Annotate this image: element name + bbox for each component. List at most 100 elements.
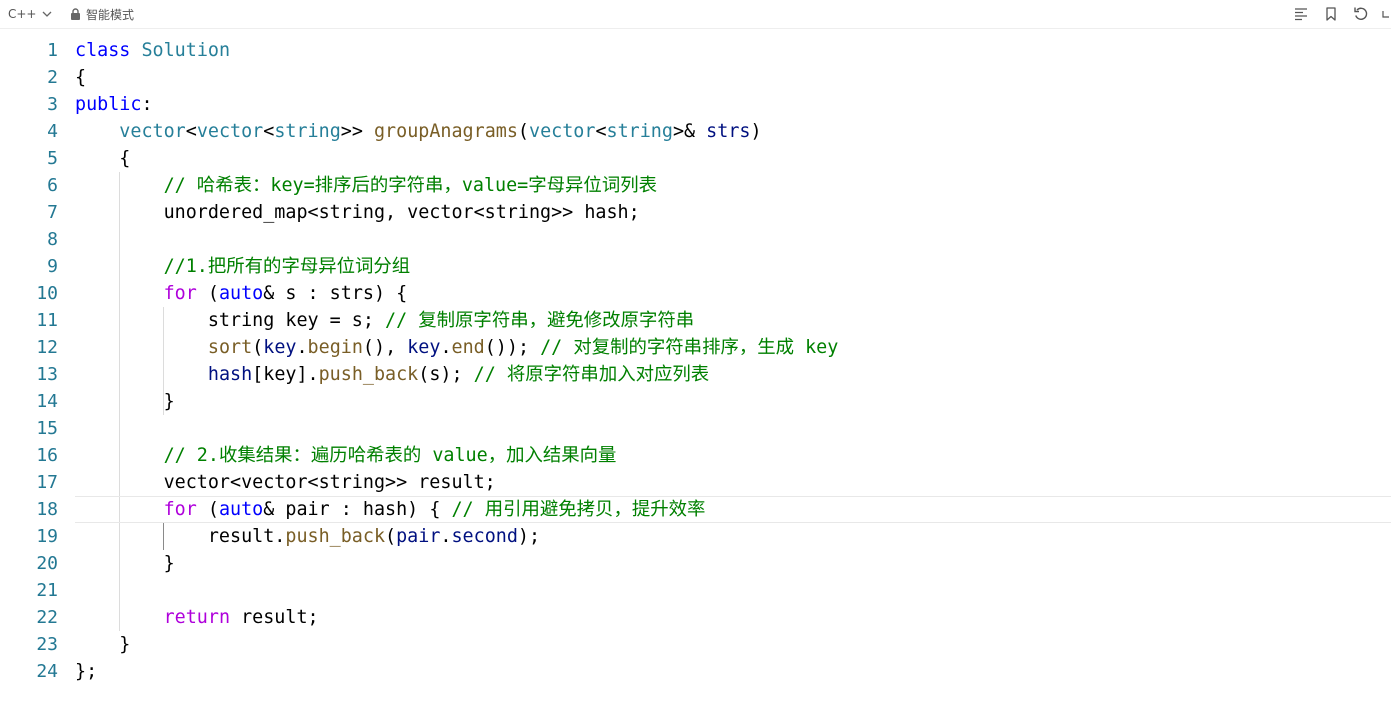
code-line[interactable] bbox=[75, 577, 1391, 604]
code-token: result; bbox=[230, 607, 319, 628]
code-line[interactable]: // 2.收集结果：遍历哈希表的 value，加入结果向量 bbox=[75, 442, 1391, 469]
code-token: { bbox=[75, 148, 131, 169]
code-line[interactable]: } bbox=[75, 550, 1391, 577]
code-token: strs bbox=[706, 121, 751, 142]
code-token: < bbox=[185, 121, 197, 142]
code-token: ); bbox=[517, 526, 541, 547]
line-number: 4 bbox=[47, 121, 58, 142]
format-button[interactable] bbox=[1291, 4, 1311, 24]
code-line[interactable]: return result; bbox=[75, 604, 1391, 631]
code-token: . bbox=[440, 526, 452, 547]
code-line[interactable]: } bbox=[75, 388, 1391, 415]
code-token: key bbox=[263, 337, 297, 358]
code-token: ()); bbox=[484, 337, 541, 358]
line-number: 22 bbox=[36, 607, 58, 628]
line-number: 24 bbox=[36, 661, 58, 682]
code-line[interactable]: vector<vector<string>> result; bbox=[75, 469, 1391, 496]
line-number: 8 bbox=[47, 229, 58, 250]
line-number: 10 bbox=[36, 283, 58, 304]
code-line[interactable]: sort(key.begin(), key.end()); // 对复制的字符串… bbox=[75, 334, 1391, 361]
smart-mode-indicator[interactable]: 智能模式 bbox=[70, 5, 134, 23]
code-token: vector bbox=[119, 121, 186, 142]
line-number: 9 bbox=[47, 256, 58, 277]
code-token: ( bbox=[196, 283, 219, 304]
code-line[interactable]: { bbox=[75, 64, 1391, 91]
code-token: } bbox=[75, 391, 175, 412]
code-line-active[interactable]: for (auto& pair : hash) { // 用引用避免拷贝，提升效… bbox=[75, 496, 1391, 523]
code-token: begin bbox=[307, 337, 363, 358]
chevron-down-icon bbox=[42, 11, 51, 17]
code-line[interactable]: // 哈希表：key=排序后的字符串，value=字母异位词列表 bbox=[75, 172, 1391, 199]
code-token: public bbox=[75, 94, 142, 115]
code-line[interactable]: } bbox=[75, 631, 1391, 658]
code-token: } bbox=[75, 553, 175, 574]
code-token: ) bbox=[750, 121, 762, 142]
line-number: 2 bbox=[47, 67, 58, 88]
code-token: // 2.收集结果：遍历哈希表的 value，加入结果向量 bbox=[163, 445, 617, 466]
code-token: }; bbox=[75, 661, 98, 682]
code-token: // 用引用避免拷贝，提升效率 bbox=[451, 499, 706, 520]
code-token: < bbox=[595, 121, 607, 142]
code-line[interactable]: { bbox=[75, 145, 1391, 172]
code-line[interactable]: public: bbox=[75, 91, 1391, 118]
collapse-button[interactable] bbox=[1381, 4, 1391, 24]
code-line[interactable] bbox=[75, 226, 1391, 253]
code-token: push_back bbox=[285, 526, 386, 547]
editor-toolbar: C++ 智能模式 bbox=[0, 0, 1391, 29]
code-token: // 将原字符串加入对应列表 bbox=[473, 364, 710, 385]
line-number: 16 bbox=[36, 445, 58, 466]
code-token: vector bbox=[196, 121, 264, 142]
reset-button[interactable] bbox=[1351, 4, 1371, 24]
code-line[interactable]: //1.把所有的字母异位词分组 bbox=[75, 253, 1391, 280]
code-token: { bbox=[75, 67, 87, 88]
code-token: end bbox=[451, 337, 485, 358]
code-token: pair bbox=[396, 526, 441, 547]
code-line[interactable]: }; bbox=[75, 658, 1391, 685]
code-area[interactable]: class Solution{public: vector<vector<str… bbox=[75, 37, 1391, 685]
language-select[interactable]: C++ bbox=[8, 5, 52, 23]
line-number: 6 bbox=[47, 175, 58, 196]
line-number: 20 bbox=[36, 553, 58, 574]
code-token: : bbox=[141, 94, 153, 115]
code-token: // 哈希表：key=排序后的字符串，value=字母异位词列表 bbox=[163, 175, 657, 196]
line-number: 23 bbox=[36, 634, 58, 655]
code-token: & s : strs) { bbox=[263, 283, 408, 304]
code-editor[interactable]: 1 2 3 4 5 6 7 8 9 10 11 12 13 14 15 16 17 18 19 20 21 22 23 24 … bbox=[0, 37, 1391, 723]
language-label: C++ bbox=[8, 7, 37, 21]
code-line[interactable]: unordered_map<string, vector<string>> ha… bbox=[75, 199, 1391, 226]
code-line[interactable]: string key = s; // 复制原字符串，避免修改原字符串 bbox=[75, 307, 1391, 334]
code-token: for bbox=[163, 499, 197, 520]
code-line[interactable]: for (auto& s : strs) { bbox=[75, 280, 1391, 307]
code-line[interactable]: result.push_back(pair.second); bbox=[75, 523, 1391, 550]
code-token: (s); bbox=[418, 364, 474, 385]
line-number: 21 bbox=[36, 580, 58, 601]
line-number-gutter: 1 2 3 4 5 6 7 8 9 10 11 12 13 14 15 16 17 18 19 20 21 22 23 24 bbox=[0, 37, 66, 685]
line-number: 13 bbox=[36, 364, 58, 385]
code-token: push_back bbox=[318, 364, 419, 385]
code-token: hash bbox=[207, 364, 253, 385]
line-number: 7 bbox=[47, 202, 58, 223]
code-line[interactable]: class Solution bbox=[75, 37, 1391, 64]
code-line[interactable]: vector<vector<string>> groupAnagrams(vec… bbox=[75, 118, 1391, 145]
code-token: Solution bbox=[141, 40, 231, 61]
code-token: ( bbox=[517, 121, 529, 142]
code-token: ( bbox=[196, 499, 219, 520]
code-token: } bbox=[75, 634, 131, 655]
code-line[interactable] bbox=[75, 415, 1391, 442]
bookmark-icon bbox=[1326, 7, 1336, 21]
line-number: 17 bbox=[36, 472, 58, 493]
code-line[interactable]: hash[key].push_back(s); // 将原字符串加入对应列表 bbox=[75, 361, 1391, 388]
line-number: 14 bbox=[36, 391, 58, 412]
bookmark-button[interactable] bbox=[1321, 4, 1341, 24]
code-token: . bbox=[296, 337, 308, 358]
line-number: 15 bbox=[36, 418, 58, 439]
